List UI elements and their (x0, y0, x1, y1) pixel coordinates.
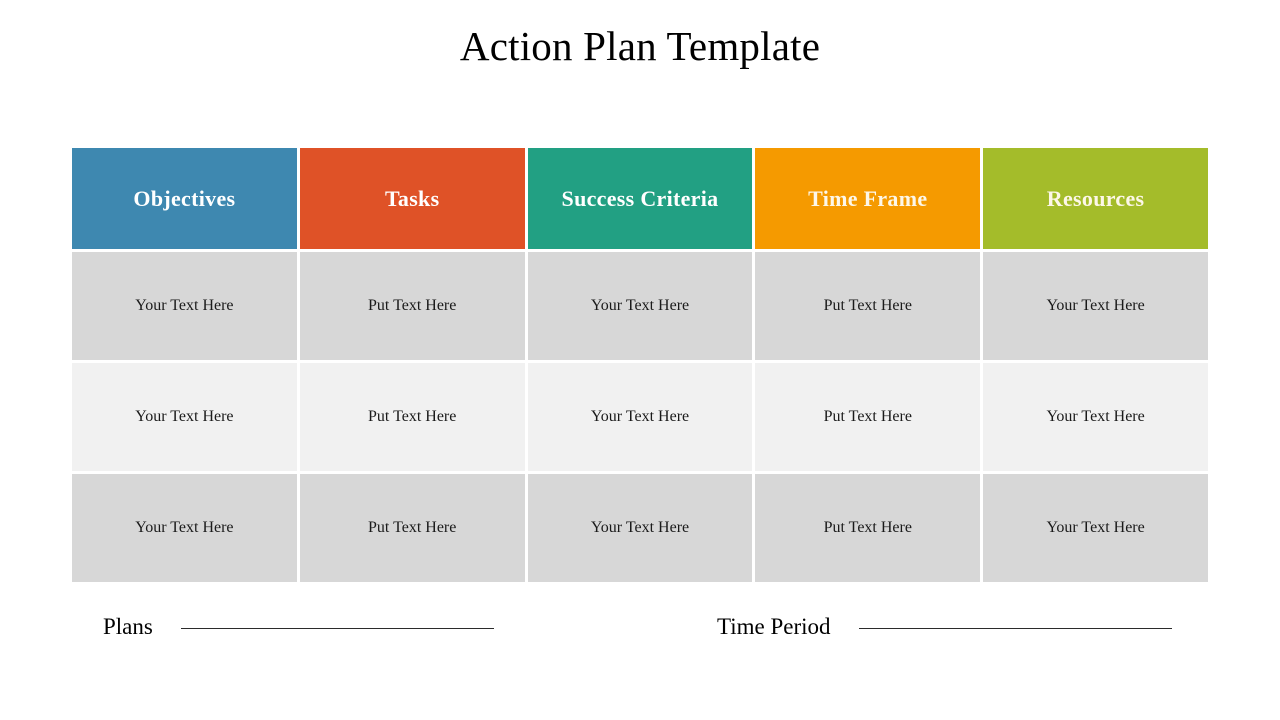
cell-text: Your Text Here (590, 297, 690, 314)
slide-canvas: Action Plan Template Objectives Tasks Su… (0, 0, 1280, 720)
cell-text: Put Text Here (823, 519, 912, 536)
table-cell[interactable]: Put Text Here (755, 252, 981, 360)
table-cell[interactable]: Put Text Here (755, 363, 981, 471)
column-header-label: Tasks (384, 185, 440, 211)
cell-text: Put Text Here (368, 408, 457, 425)
table-cell[interactable]: Your Text Here (72, 474, 297, 582)
table-row: Your Text Here Put Text Here Your Text H… (72, 252, 1208, 360)
cell-text: Your Text Here (135, 297, 234, 314)
column-header-label: Resources (1046, 185, 1145, 211)
cell-text: Your Text Here (590, 408, 690, 425)
table-cell[interactable]: Your Text Here (527, 363, 753, 471)
table-cell[interactable]: Put Text Here (299, 252, 525, 360)
table-header-row: Objectives Tasks Success Criteria Time F… (72, 148, 1208, 249)
column-header-tasks[interactable]: Tasks (299, 148, 525, 249)
table-cell[interactable]: Put Text Here (299, 474, 525, 582)
table-cell[interactable]: Put Text Here (299, 363, 525, 471)
cell-text: Put Text Here (823, 297, 912, 314)
table-cell[interactable]: Your Text Here (527, 474, 753, 582)
column-header-label: Success Criteria (561, 185, 719, 211)
column-header-time-frame[interactable]: Time Frame (755, 148, 981, 249)
table-cell[interactable]: Your Text Here (983, 363, 1208, 471)
cell-text: Put Text Here (368, 297, 457, 314)
field-plans: Plans (103, 605, 494, 649)
cell-text: Your Text Here (590, 519, 690, 536)
footer-fields: Plans Time Period (72, 605, 1208, 649)
column-header-label: Time Frame (808, 185, 928, 211)
field-time-period: Time Period (717, 605, 1172, 649)
cell-text: Your Text Here (135, 408, 234, 425)
page-title: Action Plan Template (459, 23, 821, 69)
cell-text: Your Text Here (135, 519, 234, 536)
column-header-success-criteria[interactable]: Success Criteria (527, 148, 753, 249)
column-header-label: Objectives (133, 185, 236, 211)
cell-text: Your Text Here (1046, 408, 1145, 425)
field-input-line[interactable] (180, 627, 494, 629)
table-row: Your Text Here Put Text Here Your Text H… (72, 363, 1208, 471)
field-label: Time Period (717, 614, 831, 639)
column-header-objectives[interactable]: Objectives (72, 148, 297, 249)
table-row: Your Text Here Put Text Here Your Text H… (72, 474, 1208, 582)
column-header-resources[interactable]: Resources (983, 148, 1208, 249)
action-plan-table: Objectives Tasks Success Criteria Time F… (72, 148, 1208, 582)
cell-text: Put Text Here (368, 519, 457, 536)
cell-text: Your Text Here (1046, 519, 1145, 536)
cell-text: Your Text Here (1046, 297, 1145, 314)
table-cell[interactable]: Your Text Here (72, 363, 297, 471)
field-input-line[interactable] (858, 627, 1172, 629)
cell-text: Put Text Here (823, 408, 912, 425)
table-cell[interactable]: Your Text Here (983, 474, 1208, 582)
table-cell[interactable]: Your Text Here (72, 252, 297, 360)
table-cell[interactable]: Your Text Here (983, 252, 1208, 360)
table-cell[interactable]: Your Text Here (527, 252, 753, 360)
field-label: Plans (103, 614, 153, 639)
table-cell[interactable]: Put Text Here (755, 474, 981, 582)
